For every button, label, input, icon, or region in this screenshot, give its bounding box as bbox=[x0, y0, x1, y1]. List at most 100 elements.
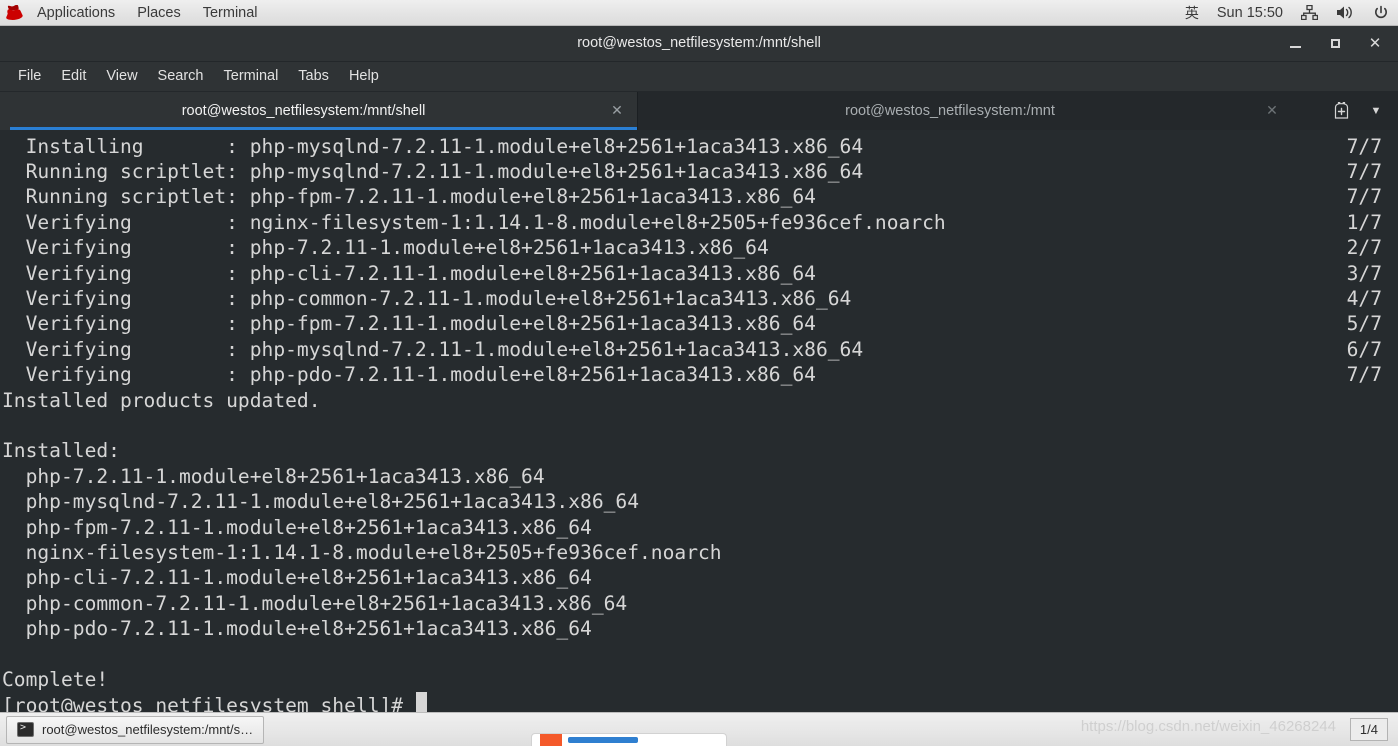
terminal-cursor bbox=[415, 692, 427, 712]
volume-icon[interactable] bbox=[1327, 0, 1364, 26]
terminal-line-text: Verifying : php-7.2.11-1.module+el8+2561… bbox=[2, 236, 769, 260]
maximize-button[interactable] bbox=[1320, 30, 1350, 56]
redhat-logo-icon[interactable] bbox=[0, 4, 26, 21]
window-controls: ✕ bbox=[1280, 30, 1390, 56]
terminal-line-text: php-cli-7.2.11-1.module+el8+2561+1aca341… bbox=[2, 566, 592, 590]
menubar: File Edit View Search Terminal Tabs Help bbox=[0, 61, 1398, 92]
menu-help[interactable]: Help bbox=[339, 61, 389, 91]
terminal-line-text: Verifying : php-pdo-7.2.11-1.module+el8+… bbox=[2, 363, 816, 387]
menu-label: Tabs bbox=[298, 68, 329, 85]
terminal-line: php-common-7.2.11-1.module+el8+2561+1aca… bbox=[2, 591, 1398, 616]
menu-label: Edit bbox=[61, 68, 87, 85]
top-bar-status-area: 英 Sun 15:50 bbox=[1176, 0, 1398, 26]
terminal-line: nginx-filesystem-1:1.14.1-8.module+el8+2… bbox=[2, 540, 1398, 565]
terminal-tab-inactive[interactable]: root@westos_netfilesystem:/mnt ✕ bbox=[637, 91, 1292, 130]
close-button[interactable]: ✕ bbox=[1360, 30, 1390, 56]
terminal-line-text: php-pdo-7.2.11-1.module+el8+2561+1aca341… bbox=[2, 617, 592, 641]
terminal-line-text: Installing : php-mysqlnd-7.2.11-1.module… bbox=[2, 134, 864, 158]
terminal-tab-active[interactable]: root@westos_netfilesystem:/mnt/shell ✕ bbox=[0, 91, 637, 130]
terminal-line-text: Running scriptlet: php-mysqlnd-7.2.11-1.… bbox=[2, 160, 864, 184]
network-icon[interactable] bbox=[1292, 0, 1327, 26]
menu-search[interactable]: Search bbox=[148, 61, 214, 91]
terminal-line-text: Verifying : php-cli-7.2.11-1.module+el8+… bbox=[2, 261, 816, 285]
tab-list-dropdown-icon[interactable]: ▼ bbox=[1362, 92, 1390, 130]
terminal-line: Verifying : php-common-7.2.11-1.module+e… bbox=[2, 286, 1398, 311]
terminal-line: Installed products updated. bbox=[2, 388, 1398, 413]
top-bar-menu-applications[interactable]: Applications bbox=[26, 0, 126, 26]
terminal-line: Verifying : nginx-filesystem-1:1.14.1-8.… bbox=[2, 210, 1398, 235]
terminal-window: root@westos_netfilesystem:/mnt/shell ✕ F… bbox=[0, 26, 1398, 712]
terminal-line-text: php-mysqlnd-7.2.11-1.module+el8+2561+1ac… bbox=[2, 490, 640, 514]
chevron-down-icon: ▼ bbox=[1370, 104, 1382, 117]
terminal-line: Running scriptlet: php-mysqlnd-7.2.11-1.… bbox=[2, 159, 1398, 184]
terminal-line: Verifying : php-cli-7.2.11-1.module+el8+… bbox=[2, 261, 1398, 286]
menu-label: View bbox=[106, 68, 138, 85]
workspace-label: 1/4 bbox=[1359, 722, 1378, 737]
power-icon[interactable] bbox=[1364, 0, 1398, 26]
popup-app-icon bbox=[540, 734, 562, 746]
tab-label: root@westos_netfilesystem:/mnt/shell bbox=[181, 102, 426, 119]
top-bar-menu-terminal[interactable]: Terminal bbox=[192, 0, 269, 26]
minimize-button[interactable] bbox=[1280, 30, 1310, 56]
menu-label: File bbox=[18, 68, 42, 85]
terminal-line-text: php-common-7.2.11-1.module+el8+2561+1aca… bbox=[2, 591, 628, 615]
terminal-line-text: Verifying : nginx-filesystem-1:1.14.1-8.… bbox=[2, 210, 946, 234]
terminal-output-area[interactable]: Installing : php-mysqlnd-7.2.11-1.module… bbox=[0, 129, 1398, 712]
terminal-line: Verifying : php-7.2.11-1.module+el8+2561… bbox=[2, 235, 1398, 260]
terminal-line: Complete! bbox=[2, 667, 1398, 692]
menu-edit[interactable]: Edit bbox=[51, 61, 96, 91]
tab-close-icon[interactable]: ✕ bbox=[1264, 102, 1280, 119]
terminal-line-text: php-fpm-7.2.11-1.module+el8+2561+1aca341… bbox=[2, 515, 592, 539]
terminal-lines: Installing : php-mysqlnd-7.2.11-1.module… bbox=[0, 134, 1398, 712]
tab-label: root@westos_netfilesystem:/mnt bbox=[845, 102, 1055, 119]
menu-label: Terminal bbox=[223, 68, 279, 85]
terminal-line: Verifying : php-pdo-7.2.11-1.module+el8+… bbox=[2, 362, 1398, 387]
menu-file[interactable]: File bbox=[8, 61, 51, 91]
bottom-popup-window[interactable] bbox=[531, 733, 727, 746]
close-icon: ✕ bbox=[1368, 34, 1382, 52]
clock[interactable]: Sun 15:50 bbox=[1208, 0, 1292, 26]
terminal-line-text: Installed products updated. bbox=[2, 388, 321, 412]
terminal-line-text: Running scriptlet: php-fpm-7.2.11-1.modu… bbox=[2, 185, 816, 209]
terminal-line: Verifying : php-fpm-7.2.11-1.module+el8+… bbox=[2, 311, 1398, 336]
terminal-line-counter: 4/7 bbox=[1346, 287, 1382, 310]
new-tab-icon[interactable] bbox=[1320, 92, 1362, 130]
menu-tabs[interactable]: Tabs bbox=[288, 61, 339, 91]
window-titlebar[interactable]: root@westos_netfilesystem:/mnt/shell ✕ bbox=[0, 26, 1398, 62]
terminal-line-counter: 5/7 bbox=[1346, 312, 1382, 336]
terminal-line-counter: 2/7 bbox=[1346, 236, 1382, 260]
workspace-switcher[interactable]: 1/4 bbox=[1349, 718, 1388, 741]
input-method-indicator[interactable]: 英 bbox=[1176, 0, 1208, 26]
top-bar-menu-places[interactable]: Places bbox=[126, 0, 192, 26]
terminal-line-counter: 7/7 bbox=[1346, 363, 1382, 387]
terminal-line-text: Complete! bbox=[2, 667, 109, 691]
terminal-line-text: Installed: bbox=[2, 439, 120, 463]
taskbar-window-title: root@westos_netfilesystem:/mnt/s… bbox=[42, 722, 254, 737]
terminal-line-counter: 3/7 bbox=[1346, 261, 1382, 285]
terminal-line-text: php-7.2.11-1.module+el8+2561+1aca3413.x8… bbox=[2, 464, 545, 488]
gnome-top-bar: Applications Places Terminal 英 Sun 15:50 bbox=[0, 0, 1398, 26]
top-bar-menu-label: Terminal bbox=[202, 4, 258, 21]
terminal-prompt-line: [root@westos_netfilesystem shell]# bbox=[2, 692, 1398, 712]
terminal-line: Verifying : php-mysqlnd-7.2.11-1.module+… bbox=[2, 337, 1398, 362]
terminal-line: Installing : php-mysqlnd-7.2.11-1.module… bbox=[2, 134, 1398, 159]
tab-close-icon[interactable]: ✕ bbox=[609, 102, 625, 119]
terminal-line: Running scriptlet: php-fpm-7.2.11-1.modu… bbox=[2, 184, 1398, 209]
terminal-prompt: [root@westos_netfilesystem shell]# bbox=[2, 694, 415, 712]
terminal-line: Installed: bbox=[2, 438, 1398, 463]
popup-content-bar bbox=[568, 737, 638, 743]
menu-view[interactable]: View bbox=[96, 61, 147, 91]
clock-label: Sun 15:50 bbox=[1216, 4, 1283, 21]
menu-terminal[interactable]: Terminal bbox=[214, 61, 289, 91]
terminal-line-counter: 7/7 bbox=[1346, 134, 1382, 158]
terminal-line-text: Verifying : php-common-7.2.11-1.module+e… bbox=[2, 287, 852, 310]
terminal-line: php-7.2.11-1.module+el8+2561+1aca3413.x8… bbox=[2, 464, 1398, 489]
taskbar-window-button[interactable]: root@westos_netfilesystem:/mnt/s… bbox=[6, 715, 265, 744]
input-method-label: 英 bbox=[1184, 5, 1199, 22]
top-bar-menu-label: Places bbox=[137, 4, 181, 21]
window-title: root@westos_netfilesystem:/mnt/shell bbox=[577, 35, 821, 52]
menu-label: Help bbox=[348, 68, 379, 85]
terminal-line-text: Verifying : php-fpm-7.2.11-1.module+el8+… bbox=[2, 312, 816, 336]
terminal-line: php-pdo-7.2.11-1.module+el8+2561+1aca341… bbox=[2, 616, 1398, 641]
